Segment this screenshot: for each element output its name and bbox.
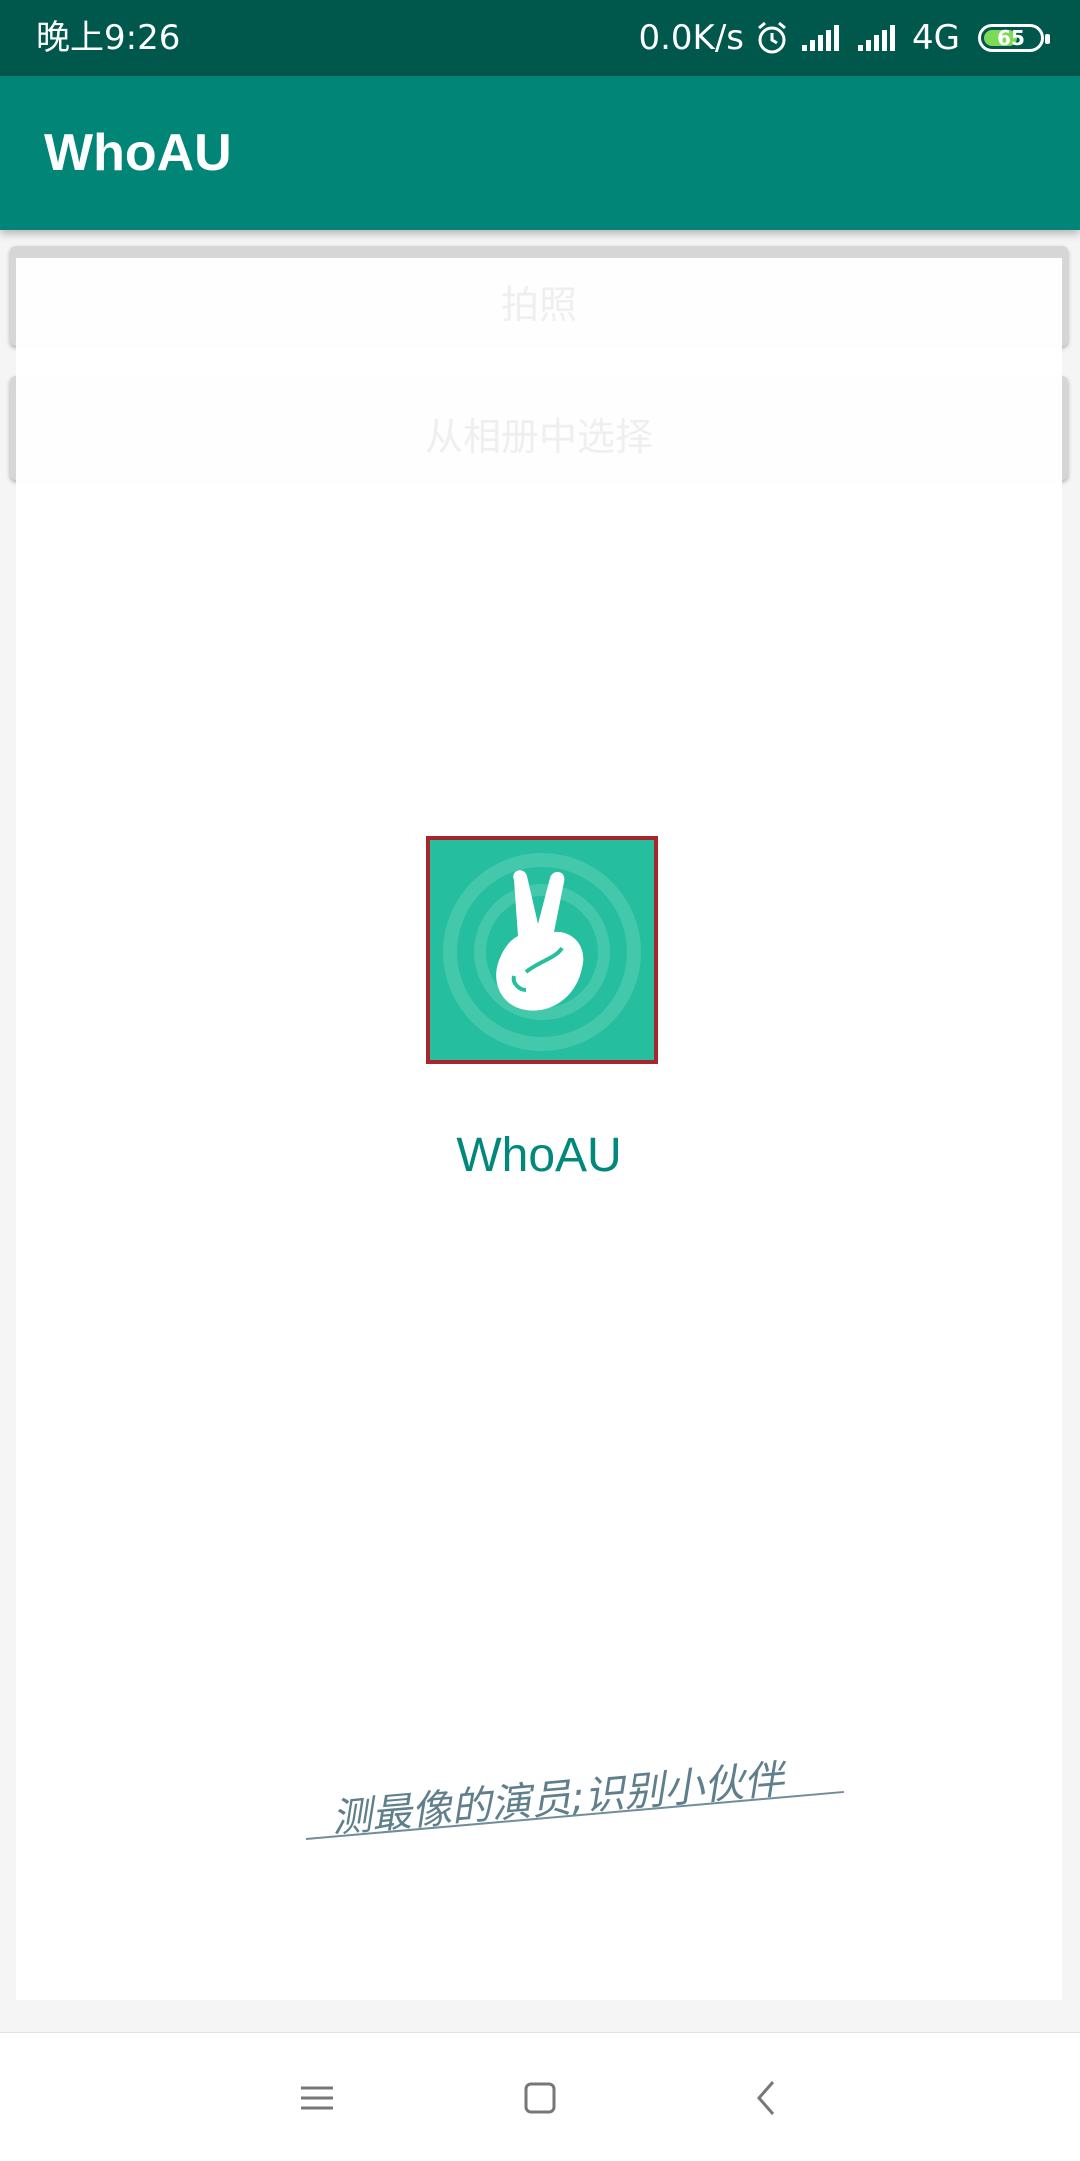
navigation-bar xyxy=(0,2032,1080,2161)
back-icon xyxy=(757,2081,775,2115)
take-photo-label: 拍照 xyxy=(500,283,577,327)
alarm-icon xyxy=(758,21,786,54)
app-logo xyxy=(426,836,658,1064)
battery-icon: 65 xyxy=(978,24,1050,52)
menu-button[interactable] xyxy=(282,2063,352,2133)
back-button[interactable] xyxy=(732,2063,802,2133)
signal-icon xyxy=(858,25,896,51)
menu-icon xyxy=(301,2086,333,2110)
splash-overlay: 拍照 从相册中选择 WhoAU 测最像的演员;识别小伙伴 xyxy=(16,258,1062,2000)
app-bar: WhoAU xyxy=(0,76,1080,230)
status-bar: 晚上9:26 0.0K/s 4G 65 xyxy=(0,0,1080,76)
slogan: 测最像的演员;识别小伙伴 xyxy=(305,1757,866,1898)
app-name: WhoAU xyxy=(456,1129,622,1182)
network-speed: 0.0K/s xyxy=(638,18,745,58)
signal-icon xyxy=(802,25,840,51)
status-icons: 0.0K/s 4G 65 xyxy=(638,0,1050,76)
status-time: 晚上9:26 xyxy=(36,18,181,58)
choose-from-album-label: 从相册中选择 xyxy=(424,415,653,459)
battery-level: 65 xyxy=(997,26,1025,50)
home-button[interactable] xyxy=(505,2063,575,2133)
app-title: WhoAU xyxy=(44,124,232,182)
battery-tip xyxy=(1045,34,1050,44)
home-icon xyxy=(524,2082,556,2114)
victory-hand-icon xyxy=(443,853,641,1051)
network-type: 4G xyxy=(912,18,960,58)
